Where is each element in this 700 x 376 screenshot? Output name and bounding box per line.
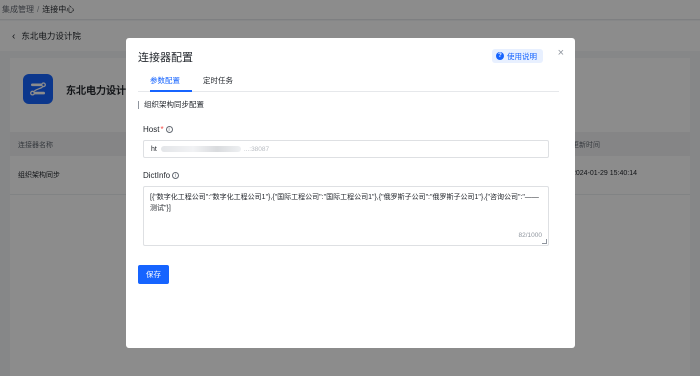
resize-handle[interactable]: [542, 239, 547, 244]
info-icon[interactable]: i: [165, 126, 173, 133]
required-mark: *: [160, 125, 164, 134]
host-value-prefix: ht: [151, 145, 157, 153]
tab-params[interactable]: 参数配置: [150, 75, 180, 86]
modal-title: 连接器配置: [138, 52, 193, 64]
dictinfo-label-text: DictInfo: [143, 171, 171, 180]
tab-schedule[interactable]: 定时任务: [203, 75, 233, 86]
tab-bar: 参数配置 定时任务: [138, 70, 559, 92]
dictinfo-value: [{"数字化工程公司":"数字化工程公司1"},{"国际工程公司":"国际工程公…: [150, 194, 539, 212]
host-label: Host * i: [143, 125, 173, 134]
host-value-suffix: ...:38087: [243, 145, 270, 153]
info-icon[interactable]: i: [172, 172, 180, 179]
close-icon[interactable]: ×: [558, 47, 564, 59]
redacted-text: [160, 146, 241, 152]
char-counter: 82/1000: [518, 232, 543, 239]
dictinfo-textarea[interactable]: [{"数字化工程公司":"数字化工程公司1"},{"国际工程公司":"国际工程公…: [143, 186, 549, 246]
help-label: 使用说明: [507, 51, 537, 61]
help-button[interactable]: ? 使用说明: [492, 49, 543, 63]
dictinfo-label: DictInfo i: [143, 171, 180, 180]
active-tab-indicator: [150, 90, 192, 92]
host-label-text: Host: [143, 125, 160, 134]
host-input[interactable]: ht ...:38087: [143, 140, 549, 158]
question-icon: ?: [496, 52, 504, 60]
save-button[interactable]: 保存: [138, 265, 169, 284]
connector-config-modal: 连接器配置 ? 使用说明 × 参数配置 定时任务 组织架构同步配置 Host *…: [126, 38, 575, 348]
section-title: 组织架构同步配置: [138, 101, 204, 109]
